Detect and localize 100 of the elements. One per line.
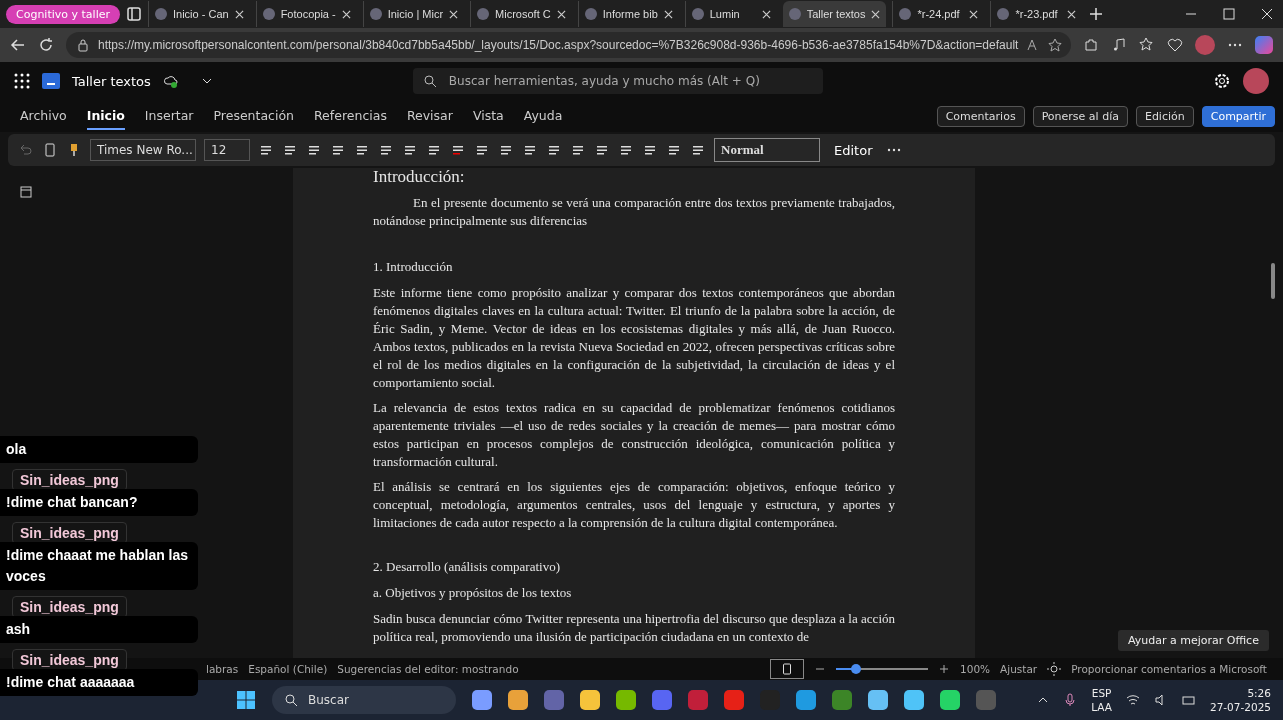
favicon-icon [262, 8, 275, 20]
search-icon [422, 74, 437, 88]
close-icon[interactable] [761, 9, 771, 19]
favicon-icon [997, 8, 1010, 20]
music-icon[interactable] [1111, 37, 1127, 53]
chat-message: !dime chat bancan? [0, 489, 198, 516]
star-icon[interactable] [1048, 38, 1063, 52]
navigation-pane-icon[interactable] [18, 184, 34, 200]
document-paragraph: La relevancia de estos textos radica en su capacidad de problematizar fenómenos cotidianos aparentemente triviales —el uso de redes sociales y la creación de memes— para mostrar cómo estos participan en procesos complejos de construcción ideológica, comunicación política y transformación cultural. [373, 399, 895, 471]
page-view-icon[interactable] [770, 659, 805, 679]
menu-tab[interactable]: Presentación [213, 102, 294, 130]
language-status[interactable]: Español (Chile) [248, 663, 328, 675]
zoom-in-icon[interactable] [938, 663, 951, 675]
heart-icon[interactable] [1167, 37, 1183, 53]
menu-tab[interactable]: Referencias [314, 102, 387, 130]
browser-tab[interactable]: *r-23.pdf [990, 1, 1083, 27]
editing-button[interactable]: Edición [1135, 105, 1194, 127]
menu-tab[interactable]: Archivo [20, 102, 67, 130]
sidebar-icon[interactable] [126, 6, 142, 22]
favicon-icon [788, 8, 801, 20]
battery-icon[interactable] [1181, 693, 1196, 707]
browser-tab[interactable]: Inicio | Micr [362, 1, 465, 27]
refresh-icon[interactable] [38, 37, 54, 53]
back-icon[interactable] [10, 37, 26, 53]
share-button[interactable]: Compartir [1201, 105, 1275, 127]
chat-message: ola [0, 436, 198, 463]
favicon-icon [899, 8, 912, 20]
zoom-level[interactable]: 100% [960, 663, 991, 675]
style-dropdown[interactable]: Normal [714, 138, 820, 162]
font-dropdown[interactable]: Times New Ro... [90, 139, 196, 161]
document-title[interactable]: Taller textos [72, 73, 151, 89]
close-icon[interactable] [663, 9, 673, 19]
menu-tab[interactable]: Ayuda [523, 102, 563, 130]
close-icon[interactable] [1067, 9, 1077, 19]
undo-icon[interactable] [18, 142, 34, 158]
document-heading: 2. Desarrollo (análisis comparativo) [373, 558, 561, 576]
close-icon[interactable] [1259, 6, 1275, 22]
clock[interactable]: 5:26 27-07-2025 [1209, 686, 1271, 714]
search-field[interactable]: Buscar herramientas, ayuda y mucho más (Alt + Q) [412, 68, 823, 94]
document-heading: Introducción: [373, 168, 466, 186]
browser-tab[interactable]: Fotocopia - [255, 1, 357, 27]
close-icon[interactable] [449, 9, 459, 19]
menu-tab[interactable]: Insertar [144, 102, 194, 130]
editor-suggestions-status[interactable]: Sugerencias del editor: mostrando [337, 663, 519, 675]
menu-tab[interactable]: Vista [472, 102, 504, 130]
close-icon[interactable] [556, 9, 566, 19]
browser-tab[interactable]: Informe bib [577, 1, 679, 27]
lock-icon [76, 38, 90, 52]
chat-message: !dime chat aaaaaaa [0, 669, 198, 696]
browser-tab[interactable]: Lumin [684, 1, 777, 27]
menu-tab[interactable]: Inicio [86, 102, 125, 130]
chat-username: Sin_ideas_png [12, 649, 127, 671]
feedback-link[interactable]: Proporcionar comentarios a Microsoft [1071, 663, 1267, 675]
chat-username: Sin_ideas_png [12, 522, 127, 544]
editor-button[interactable]: Editor [828, 141, 879, 159]
search-icon [284, 693, 298, 707]
chat-username: Sin_ideas_png [12, 469, 127, 491]
menu-tab[interactable]: Revisar [406, 102, 453, 130]
maximize-icon[interactable] [1221, 6, 1237, 22]
profile-button[interactable]: Cognitivo y taller [6, 4, 120, 24]
settings-icon[interactable] [1213, 72, 1231, 90]
word-count: labras [206, 663, 239, 675]
chat-message: !dime chaaat me hablan las voces [0, 542, 198, 590]
address-bar[interactable]: https://my.microsoftpersonalcontent.com/personal/3b840cd7bb5a45bb/_layouts/15/Doc.aspx?sourcedoc=%7B326c908d-936b-4696-b536-ae3785fa154b%7D&action=default [66, 32, 1071, 58]
document-heading: a. Objetivos y propósitos de los textos [373, 584, 573, 602]
taskbar-search-field[interactable]: Buscar [272, 686, 456, 714]
document-paragraph: El análisis se centrará en los siguientes ejes de comparación: objetivos, enfoque teórico y conceptual, metodología, argumentos centrales, usos del lenguaje y estructura, y aportes y limitaciones de cada autor respecto a la comprensión de la cultura digital contemporánea. [373, 478, 895, 532]
font-size-dropdown[interactable]: 12 [204, 139, 250, 161]
favicon-icon [155, 8, 167, 20]
catch-up-button[interactable]: Ponerse al día [1032, 105, 1128, 127]
close-icon[interactable] [871, 9, 881, 19]
cloud-check-icon [162, 73, 179, 89]
favicon-icon [369, 8, 382, 20]
fit-button[interactable]: Ajustar [1000, 663, 1038, 675]
clipboard-icon[interactable] [42, 142, 58, 158]
favicon-icon [477, 8, 490, 20]
app-launcher-icon[interactable] [14, 73, 30, 89]
favorites-icon[interactable] [1139, 37, 1155, 53]
avatar[interactable] [1243, 68, 1269, 94]
browser-tab[interactable]: Microsoft C [470, 1, 572, 27]
microphone-icon[interactable] [1063, 693, 1078, 707]
browser-tab[interactable]: Taller textos [782, 1, 887, 27]
sun-icon[interactable] [1047, 662, 1062, 676]
windows-logo-icon[interactable] [236, 690, 256, 710]
comments-button[interactable]: Comentarios [936, 105, 1025, 127]
tooltip: Ayudar a mejorar Office [1118, 630, 1269, 651]
chat-username: Sin_ideas_png [12, 596, 127, 618]
close-icon[interactable] [969, 9, 979, 19]
document-paragraph: Sadin busca denunciar cómo Twitter representa una hipertrofia del discurso que desplaza a la acción política real, promoviendo una ilusión de participación ciudadana en un contexto de [373, 610, 895, 646]
chat-message: ash [0, 616, 198, 643]
browser-tab[interactable]: Inicio - Can [148, 1, 250, 27]
close-icon[interactable] [234, 9, 244, 19]
input-language[interactable]: ESP LAA [1091, 686, 1112, 714]
document-heading: 1. Introducción [373, 258, 454, 276]
close-icon[interactable] [341, 9, 351, 19]
new-tab-icon[interactable] [1088, 6, 1105, 22]
wifi-icon[interactable] [1125, 693, 1140, 707]
browser-tab[interactable]: *r-24.pdf [892, 1, 985, 27]
scrollbar[interactable] [1271, 263, 1275, 299]
favicon-icon [691, 8, 704, 20]
